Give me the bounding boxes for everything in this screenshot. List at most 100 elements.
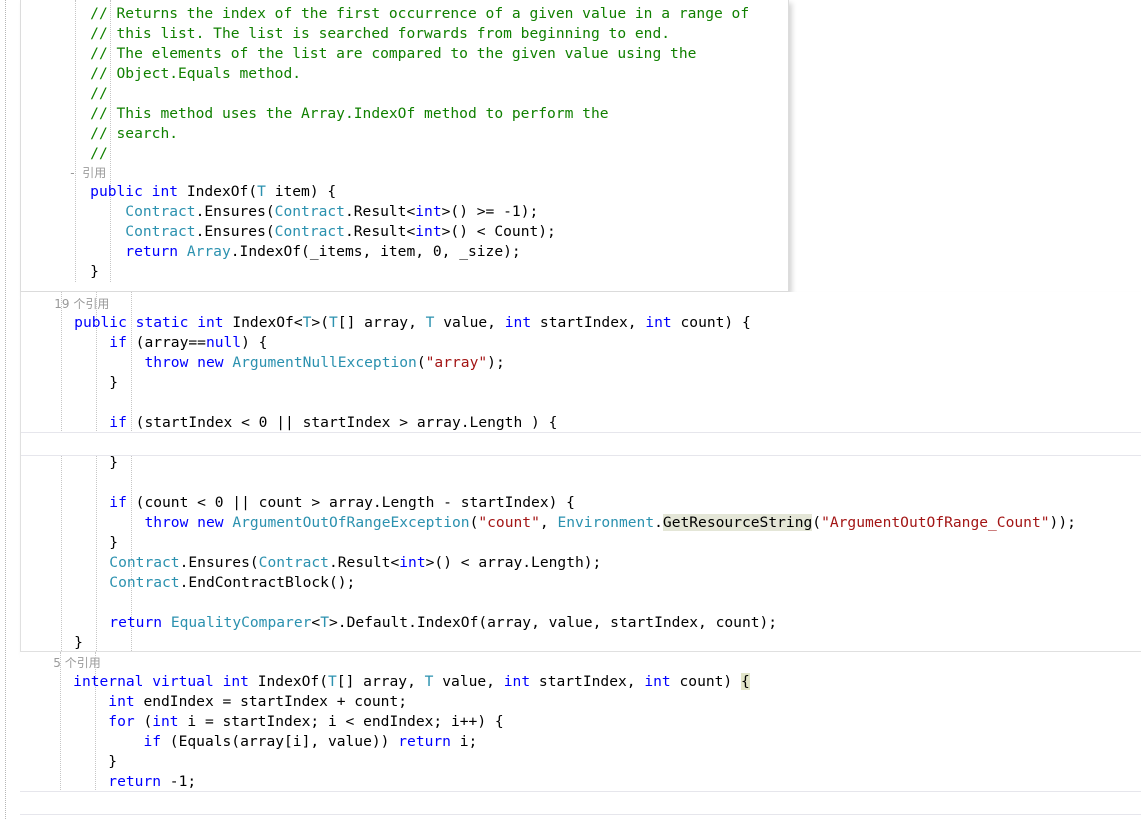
code-token: (array==	[126, 334, 206, 351]
code-token: .Result<	[328, 554, 400, 571]
code-token: //	[90, 85, 108, 102]
code-token: (	[134, 713, 153, 730]
code-line[interactable]: }	[21, 633, 1141, 651]
code-token: "count"	[478, 514, 540, 531]
code-line[interactable]: public static int IndexOf<T>(T[] array, …	[21, 313, 1141, 333]
leading-indent	[55, 105, 90, 122]
code-token: if	[109, 334, 127, 351]
leading-indent	[55, 45, 90, 62]
code-line[interactable]: }	[20, 752, 1141, 772]
leading-indent	[55, 25, 90, 42]
tail-code-lines[interactable]: 5 个引用 internal virtual int IndexOf(T[] a…	[20, 654, 1141, 815]
codelens-reference-count[interactable]: 5 个引用	[20, 654, 1141, 672]
code-line[interactable]: //	[21, 144, 788, 164]
editor-document-panel[interactable]: 19 个引用 public static int IndexOf<T>(T[] …	[20, 292, 1141, 652]
leading-indent	[39, 634, 74, 651]
leading-indent	[55, 263, 90, 280]
code-line[interactable]	[21, 393, 1141, 413]
code-line[interactable]: // The elements of the list are compared…	[21, 44, 788, 64]
code-token: new	[197, 434, 224, 451]
leading-indent	[39, 534, 109, 551]
code-token: T	[320, 614, 329, 631]
editor-document-tail[interactable]: 5 个引用 internal virtual int IndexOf(T[] a…	[20, 652, 1141, 819]
code-token: if	[143, 733, 162, 750]
editor-root: // Returns the index of the first occurr…	[0, 0, 1141, 819]
code-line[interactable]: // search.	[21, 124, 788, 144]
code-line[interactable]: }	[21, 262, 788, 282]
code-line[interactable]: public int IndexOf(T item) {	[21, 182, 788, 202]
code-line[interactable]: return EqualityComparer<T>.Default.Index…	[21, 613, 1141, 633]
leading-indent	[39, 354, 144, 371]
code-token: "array"	[425, 354, 488, 371]
leading-indent	[39, 434, 144, 451]
code-token: >() < array.Length);	[425, 554, 602, 571]
current-line-highlight	[20, 791, 1141, 815]
code-line[interactable]: }	[20, 791, 1141, 815]
code-line[interactable]: //	[21, 84, 788, 104]
code-token: >.Default.IndexOf(array, value, startInd…	[329, 614, 778, 631]
code-line[interactable]: int endIndex = startIndex + count;	[20, 692, 1141, 712]
code-token: Environment	[557, 514, 655, 531]
code-token: "ArgumentOutOfRange_Index"	[864, 434, 1093, 451]
leading-indent	[55, 203, 125, 220]
code-token: Contract	[125, 203, 196, 220]
code-token: i = startIndex; i < endIndex; i++) {	[178, 713, 504, 730]
code-token: <	[311, 614, 321, 631]
peek-code-lines[interactable]: // Returns the index of the first occurr…	[21, 4, 788, 282]
code-line[interactable]: internal virtual int IndexOf(T[] array, …	[20, 672, 1141, 692]
code-line[interactable]: // Returns the index of the first occurr…	[21, 4, 788, 24]
code-token: Environment	[601, 434, 699, 451]
code-line[interactable]: if (startIndex < 0 || startIndex > array…	[21, 413, 1141, 433]
code-token: for	[108, 713, 135, 730]
code-token: IndexOf<	[223, 314, 303, 331]
leading-indent	[55, 5, 90, 22]
code-line[interactable]	[21, 473, 1141, 493]
code-line[interactable]: Contract.Ensures(Contract.Result<int>() …	[21, 553, 1141, 573]
code-token: );	[487, 354, 505, 371]
code-token: value,	[433, 673, 504, 690]
code-line[interactable]: for (int i = startIndex; i < endIndex; i…	[20, 712, 1141, 732]
code-line[interactable]: }	[21, 373, 1141, 393]
code-line[interactable]: // this list. The list is searched forwa…	[21, 24, 788, 44]
leading-indent	[39, 614, 109, 631]
code-line[interactable]: Contract.EndContractBlock();	[21, 573, 1141, 593]
code-line[interactable]: if (Equals(array[i], value)) return i;	[20, 732, 1141, 752]
code-line[interactable]: }	[21, 533, 1141, 553]
code-token: // Object.Equals method.	[90, 65, 302, 82]
code-token: IndexOf(	[178, 183, 258, 200]
code-line[interactable]: if (array==null) {	[21, 333, 1141, 353]
leading-indent	[38, 713, 108, 730]
code-token: ArgumentNullException	[232, 354, 417, 371]
codelens-reference-count[interactable]: 19 个引用	[21, 295, 1141, 313]
code-line[interactable]: Contract.Ensures(Contract.Result<int>() …	[21, 202, 788, 222]
code-line[interactable]: // This method uses the Array.IndexOf me…	[21, 104, 788, 124]
code-line[interactable]: Contract.Ensures(Contract.Result<int>() …	[21, 222, 788, 242]
code-line[interactable]: throw new ArgumentOutOfRangeException ("s…	[21, 432, 1141, 456]
document-code-lines[interactable]: 19 个引用 public static int IndexOf<T>(T[] …	[21, 295, 1141, 651]
code-line[interactable]: // Object.Equals method.	[21, 64, 788, 84]
code-token: return	[398, 733, 451, 750]
code-line[interactable]: return Array.IndexOf(_items, item, 0, _s…	[21, 242, 788, 262]
code-token: }	[74, 634, 83, 651]
codelens-reference-count[interactable]: - 引用	[21, 164, 788, 182]
code-token: Contract	[274, 223, 345, 240]
code-line[interactable]: return -1;	[20, 772, 1141, 792]
code-token: }	[109, 534, 119, 551]
code-token: "ArgumentOutOfRange_Count"	[821, 514, 1050, 531]
code-token: T	[257, 183, 266, 200]
code-token: Contract	[109, 554, 180, 571]
code-token: null	[205, 334, 242, 351]
code-line[interactable]: throw new ArgumentNullException("array")…	[21, 353, 1141, 373]
code-token: "startIndex"	[478, 434, 584, 451]
code-line[interactable]: }	[21, 453, 1141, 473]
code-line[interactable]: if (count < 0 || count > array.Length - …	[21, 493, 1141, 513]
code-line[interactable]: throw new ArgumentOutOfRangeException ("c…	[21, 513, 1141, 533]
peek-definition-window[interactable]: // Returns the index of the first occurr…	[20, 0, 789, 292]
code-line[interactable]	[21, 593, 1141, 613]
code-token: int	[504, 314, 532, 331]
code-token: // Returns the index of the first occurr…	[90, 5, 750, 22]
